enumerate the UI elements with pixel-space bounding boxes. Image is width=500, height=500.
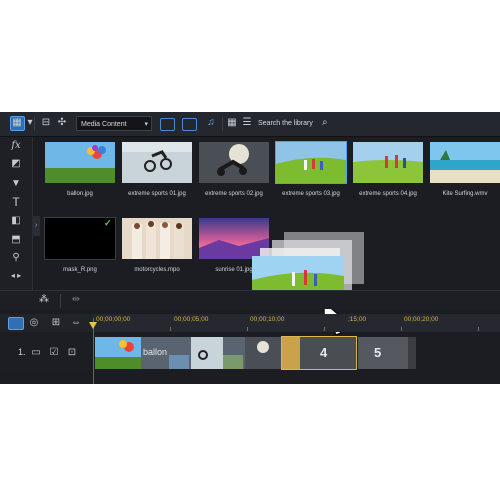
lock-icon[interactable]: ⊡ [66,347,78,359]
plugin-puzzle-icon[interactable]: ✣ [56,117,68,129]
bmx-jump-image [122,142,192,183]
thumb-ballon[interactable] [45,142,115,183]
motocross-image [199,142,269,183]
collapse-panel-handle[interactable]: › [32,216,40,236]
caption: motorcycles.mpo [134,267,180,273]
list-view-icon[interactable]: ☰ [241,117,253,129]
timecode: 00;00;05;00 [174,316,209,323]
checkmark-icon: ✓ [104,218,112,228]
timecode: 00;00;00;00 [96,316,131,323]
track-manager-icon[interactable]: ⊞ [50,317,62,329]
caption: Kite Surfing.wmv [442,191,488,197]
media-icon: ▦ [12,117,22,128]
library-toolbar: ▦ ▾ ⊟ ✣ Media Content ▾ ♫ ▦ ☰ Search the… [0,112,500,137]
chevron-down-icon: ▾ [144,121,148,128]
grid-view-icon[interactable]: ▦ [226,117,238,129]
ruler-tick [401,327,402,331]
transition-marker [282,337,300,369]
playhead-handle[interactable] [89,322,97,329]
pip-objects-icon[interactable]: ◩ [8,157,24,171]
room-tools-column: fx ◩ ▼ T ◧ ⬒ ⚲ ◂ ▸ [0,137,33,307]
library-search-input[interactable]: Search the library [258,117,318,130]
media-content-dropdown[interactable]: Media Content ▾ [76,116,152,131]
timeline-clip-4[interactable]: 4 [281,336,357,370]
filter-image-button[interactable] [182,118,197,131]
kids-running-image [353,142,423,183]
export-icon[interactable]: ⬒ [8,233,24,247]
beach-image [430,142,500,183]
thumb-extreme-sports-02[interactable] [199,142,269,183]
transition-icon[interactable]: ◧ [8,214,24,228]
balloon-image [45,142,115,183]
thumb-motorcycles[interactable] [122,218,192,259]
caption: extreme sports 03.jpg [282,191,340,197]
clip-number: 4 [320,345,328,360]
clip-filmstrip [95,337,281,369]
storyboard-icon[interactable]: ◎ [28,317,40,329]
title-text-icon[interactable]: T [8,195,24,209]
timecode: 00;00;10;00 [250,316,285,323]
time-ruler[interactable] [93,314,500,332]
scroll-arrows-icon[interactable]: ◂ ▸ [8,269,24,283]
clip-label: ballon [143,347,168,357]
timecode: ;15;00 [348,316,367,323]
thumb-kite-surfing[interactable] [430,142,500,183]
divider [60,294,61,308]
clip-number: 5 [374,345,382,360]
particle-icon[interactable]: ▼ [8,177,24,191]
filter-video-button[interactable] [160,118,175,131]
fx-icon[interactable]: fx [8,139,24,153]
ruler-tick [170,327,171,331]
split-icon[interactable]: ⇹ [70,294,82,306]
track-number: 1. [18,347,26,357]
caption: extreme sports 02.jpg [205,191,263,197]
snap-icon[interactable]: ⁂ [38,294,50,306]
video-track-header: 1. ▭ ☑ ⊡ [0,336,92,370]
caption: extreme sports 01.jpg [128,191,186,197]
kids-field-image [276,142,346,183]
thumb-extreme-sports-01[interactable] [122,142,192,183]
timeline-toolbar: ⁂ ⇹ [0,291,500,309]
import-media-icon[interactable]: ⊟ [40,117,52,129]
timeline-clip-5[interactable]: 5 [358,337,416,369]
timeline-view-button[interactable] [8,317,24,330]
dropdown-value: Media Content [81,121,127,128]
clip-edge [408,337,416,369]
caption: ballon.jpg [67,191,93,197]
thumb-extreme-sports-04[interactable] [353,142,423,183]
timeline-clip-ballon[interactable]: ballon [95,337,281,369]
thumb-extreme-sports-03[interactable] [275,141,347,184]
music-note-icon[interactable]: ♫ [205,117,217,129]
search-icon[interactable]: ⌕ [322,117,334,129]
monitor-icon[interactable]: ▭ [30,347,42,359]
ruler-tick [478,327,479,331]
bridesmaids-image [122,218,192,259]
ruler-tick [247,327,248,331]
divider [34,117,35,131]
divider [222,117,223,131]
caption: extreme sports 04.jpg [359,191,417,197]
microphone-icon[interactable]: ⚲ [8,251,24,265]
fit-icon[interactable]: ⇔ [70,317,82,329]
timecode: 00;00;20;00 [404,316,439,323]
enable-checkbox[interactable]: ☑ [48,347,60,359]
caption: mask_R.png [63,267,97,273]
ruler-tick [324,327,325,331]
